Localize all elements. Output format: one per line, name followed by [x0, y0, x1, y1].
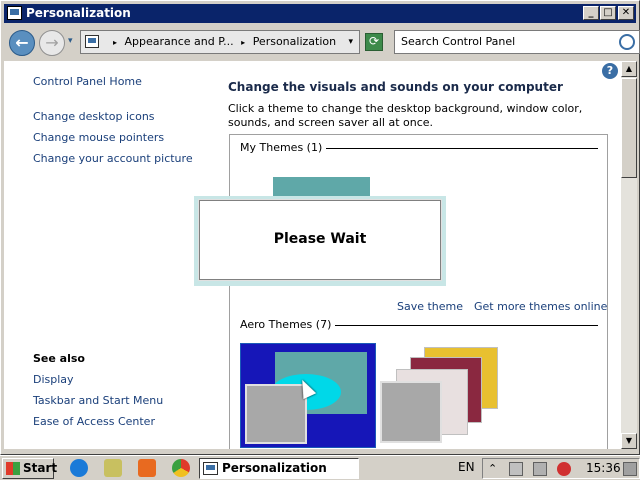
breadcrumb-appearance[interactable]: Appearance and P... — [125, 35, 234, 48]
taskbar-item-label: Personalization — [222, 461, 327, 475]
media-player-icon[interactable] — [138, 459, 156, 477]
action-center-icon[interactable] — [509, 462, 523, 476]
system-tray: ⌃ 15:36 — [482, 458, 640, 479]
scroll-down-button[interactable]: ▼ — [621, 433, 637, 449]
scroll-up-button[interactable]: ▲ — [621, 61, 637, 77]
show-desktop-icon[interactable] — [623, 462, 637, 476]
explorer-icon[interactable] — [104, 459, 122, 477]
personalization-window: Personalization _ □ ✕ ← → ▾ ▸ Appearance… — [0, 0, 640, 455]
volume-muted-icon[interactable] — [557, 462, 571, 476]
my-themes-header[interactable]: My Themes (1) — [240, 141, 327, 154]
group-divider — [326, 148, 598, 149]
page-description: Click a theme to change the desktop back… — [228, 102, 583, 129]
internet-explorer-icon[interactable] — [70, 459, 88, 477]
network-icon[interactable] — [533, 462, 547, 476]
theme-list: My Themes (1) Save theme Get more themes… — [229, 134, 608, 449]
back-button[interactable]: ← — [9, 30, 35, 56]
refresh-button[interactable]: ⟳ — [365, 33, 383, 51]
scroll-thumb[interactable] — [621, 78, 637, 178]
chevron-right-icon[interactable]: ▸ — [237, 38, 249, 47]
title-bar[interactable]: Personalization _ □ ✕ — [4, 4, 636, 23]
start-label: Start — [23, 461, 58, 475]
chrome-icon[interactable] — [172, 459, 190, 477]
taskbar: Start Personalization EN ⌃ 15:36 — [0, 455, 640, 480]
help-icon[interactable]: ? — [602, 63, 618, 79]
aero-themes-header[interactable]: Aero Themes (7) — [240, 318, 336, 331]
clock[interactable]: 15:36 — [586, 459, 621, 478]
navigation-bar: ← → ▾ ▸ Appearance and P... ▸ Personaliz… — [4, 26, 640, 58]
window-title: Personalization — [26, 6, 131, 20]
ease-of-access-link[interactable]: Ease of Access Center — [33, 415, 155, 428]
chevron-right-icon[interactable]: ▸ — [109, 38, 121, 47]
save-theme-link[interactable]: Save theme — [397, 300, 463, 313]
address-dropdown-icon[interactable]: ▾ — [348, 31, 353, 53]
please-wait-dialog: Please Wait — [199, 200, 441, 280]
dialog-message: Please Wait — [273, 231, 367, 247]
start-button[interactable]: Start — [2, 458, 58, 479]
control-panel-icon — [7, 6, 22, 20]
minimize-button[interactable]: _ — [583, 6, 599, 20]
vertical-scrollbar[interactable]: ▲ ▼ — [621, 61, 637, 449]
change-desktop-icons-link[interactable]: Change desktop icons — [33, 110, 155, 123]
maximize-button[interactable]: □ — [600, 6, 616, 20]
taskbar-item-personalization[interactable]: Personalization — [199, 458, 359, 479]
search-icon[interactable] — [619, 34, 635, 50]
close-button[interactable]: ✕ — [618, 6, 634, 20]
breadcrumb-personalization[interactable]: Personalization — [253, 35, 336, 48]
search-input[interactable]: Search Control Panel — [394, 30, 640, 54]
page-title: Change the visuals and sounds on your co… — [228, 80, 563, 94]
display-link[interactable]: Display — [33, 373, 74, 386]
see-also-heading: See also — [33, 352, 85, 365]
theme-preview-window — [245, 384, 307, 444]
taskbar-start-menu-link[interactable]: Taskbar and Start Menu — [33, 394, 163, 407]
windows-logo-icon — [6, 462, 20, 475]
change-account-picture-link[interactable]: Change your account picture — [33, 152, 193, 165]
search-placeholder: Search Control Panel — [401, 35, 516, 48]
forward-button[interactable]: → — [39, 30, 65, 56]
control-panel-icon — [203, 462, 218, 475]
language-indicator[interactable]: EN — [458, 456, 475, 479]
aero-theme-thumbnail[interactable] — [380, 347, 502, 445]
show-hidden-icons-icon[interactable]: ⌃ — [488, 462, 502, 476]
theme-preview-window — [380, 381, 442, 443]
change-mouse-pointers-link[interactable]: Change mouse pointers — [33, 131, 164, 144]
recent-pages-dropdown-icon[interactable]: ▾ — [68, 36, 73, 46]
control-panel-home-link[interactable]: Control Panel Home — [33, 75, 142, 88]
address-bar[interactable]: ▸ Appearance and P... ▸ Personalization … — [80, 30, 360, 54]
control-panel-icon — [85, 35, 99, 48]
get-more-themes-link[interactable]: Get more themes online — [474, 300, 607, 313]
group-divider — [332, 325, 598, 326]
